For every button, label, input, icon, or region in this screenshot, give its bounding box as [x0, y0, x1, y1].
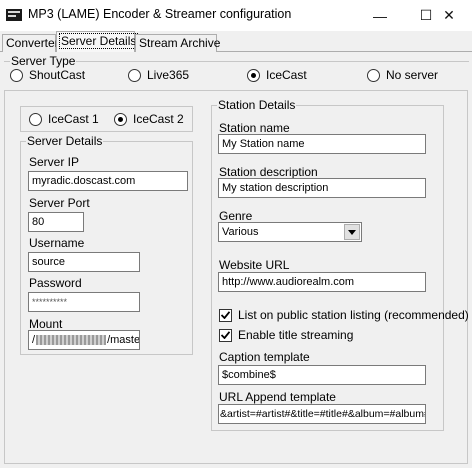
radio-icecast-1[interactable]: IceCast 1 — [29, 112, 99, 126]
caption-template-input[interactable]: $combine$ — [218, 365, 426, 385]
radio-dot[interactable] — [367, 68, 380, 82]
radio-icecast-2[interactable]: IceCast 2 — [114, 112, 184, 126]
radio-icecast[interactable]: IceCast — [247, 68, 307, 82]
url-append-input[interactable]: &artist=#artist#&title=#title#&album=#al… — [218, 404, 426, 424]
mount-input[interactable]: / /master — [28, 330, 140, 350]
password-label: Password — [29, 276, 82, 290]
server-ip-label: Server IP — [29, 155, 80, 169]
mount-prefix: / — [32, 334, 36, 346]
radio-label: ShoutCast — [29, 68, 86, 82]
tab-converter[interactable]: Converter — [2, 34, 59, 52]
station-description-input[interactable]: My station description — [218, 178, 426, 198]
checkbox-box[interactable] — [219, 308, 232, 322]
checkbox-label: List on public station listing (recommen… — [238, 308, 469, 322]
server-port-input[interactable]: 80 — [28, 212, 84, 232]
checkbox-box[interactable] — [219, 328, 232, 342]
tab-stream-archive[interactable]: Stream Archive — [135, 34, 221, 52]
window-title: MP3 (LAME) Encoder & Streamer configurat… — [28, 7, 292, 21]
radio-live365[interactable]: Live365 — [128, 68, 189, 82]
tab-label: Stream Archive — [139, 36, 221, 50]
radio-dot[interactable] — [128, 68, 141, 82]
radio-dot[interactable] — [114, 112, 127, 126]
title-streaming-checkbox[interactable]: Enable title streaming — [219, 328, 353, 342]
radio-shoutcast[interactable]: ShoutCast — [10, 68, 85, 82]
station-description-label: Station description — [219, 165, 318, 179]
station-name-label: Station name — [219, 121, 290, 135]
username-label: Username — [29, 236, 85, 250]
close-icon: ✕ — [443, 7, 455, 23]
radio-label: IceCast 2 — [133, 112, 184, 126]
radio-label: IceCast — [266, 68, 307, 82]
checkbox-label: Enable title streaming — [238, 328, 354, 342]
radio-dot[interactable] — [247, 68, 260, 82]
minimize-icon: — — [373, 7, 387, 24]
radio-dot[interactable] — [29, 112, 42, 126]
server-ip-input[interactable]: myradic.doscast.com — [28, 171, 188, 191]
tab-server-details[interactable]: Server Details — [56, 31, 139, 52]
caption-template-label: Caption template — [219, 350, 310, 364]
radio-label: IceCast 1 — [48, 112, 99, 126]
app-icon — [6, 8, 22, 22]
radio-label: Live365 — [147, 68, 190, 82]
genre-label: Genre — [219, 209, 253, 223]
server-details-title: Server Details — [26, 134, 104, 148]
minimize-button[interactable]: — — [357, 0, 403, 31]
server-type-title: Server Type — [10, 54, 77, 68]
url-append-label: URL Append template — [219, 390, 336, 404]
website-label: Website URL — [219, 258, 290, 272]
station-details-title: Station Details — [217, 98, 297, 112]
public-listing-checkbox[interactable]: List on public station listing (recommen… — [219, 308, 469, 322]
close-button[interactable]: ✕ — [426, 0, 472, 31]
redacted-text — [36, 335, 107, 346]
radio-label: No server — [386, 68, 439, 82]
password-input[interactable]: ********** — [28, 292, 140, 312]
radio-no-server[interactable]: No server — [367, 68, 438, 82]
radio-dot[interactable] — [10, 68, 23, 82]
genre-select[interactable]: Various — [218, 222, 362, 242]
username-input[interactable]: source — [28, 252, 140, 272]
server-port-label: Server Port — [29, 196, 90, 210]
website-input[interactable]: http://www.audiorealm.com — [218, 272, 426, 292]
mount-suffix: /master — [107, 334, 140, 346]
genre-value: Various — [222, 226, 259, 238]
tab-label: Converter — [6, 36, 59, 50]
mount-label: Mount — [29, 317, 63, 331]
station-name-input[interactable]: My Station name — [218, 134, 426, 154]
tab-label: Server Details — [58, 33, 139, 49]
chevron-down-icon[interactable] — [344, 224, 360, 240]
